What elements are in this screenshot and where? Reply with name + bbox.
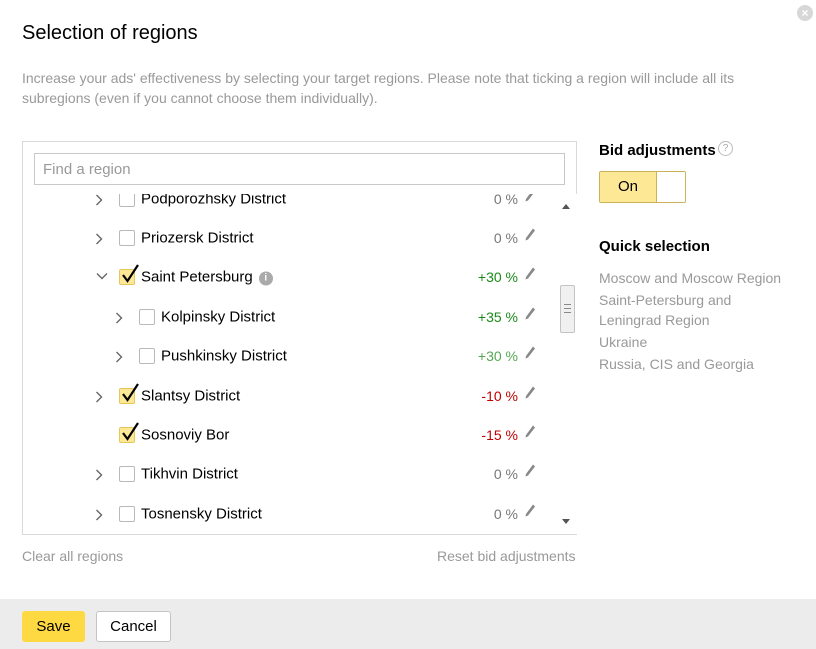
region-label: Tosnensky District bbox=[141, 505, 262, 522]
chevron-right-icon[interactable] bbox=[115, 312, 125, 324]
chevron-right-icon[interactable] bbox=[95, 194, 105, 206]
region-name: Podporozhsky District bbox=[141, 194, 287, 208]
bid-adjustment-value: +30 % bbox=[477, 269, 518, 286]
quick-selection-title: Quick selection bbox=[599, 238, 710, 255]
region-row[interactable]: Saint Petersburg i +30 % bbox=[23, 258, 558, 297]
quick-selection-russia-cis-georgia[interactable]: Russia, CIS and Georgia bbox=[599, 354, 754, 374]
bid-adjustment-value: +35 % bbox=[477, 308, 518, 325]
region-row[interactable]: Podporozhsky District 0 % bbox=[23, 194, 558, 218]
info-icon[interactable]: i bbox=[258, 271, 273, 285]
reset-bid-adjustments-link[interactable]: Reset bid adjustments bbox=[437, 548, 576, 564]
region-row[interactable]: Tikhvin District 0 % bbox=[23, 455, 558, 494]
bid-adjustment-value: 0 % bbox=[493, 505, 518, 522]
bid-adjustments-toggle[interactable]: On bbox=[599, 171, 686, 203]
chevron-right-icon[interactable] bbox=[95, 509, 105, 521]
chevron-down-icon[interactable] bbox=[96, 272, 108, 282]
region-list[interactable]: Podporozhsky District 0 % Priozersk Distri… bbox=[23, 194, 558, 534]
chevron-right-icon[interactable] bbox=[115, 351, 125, 363]
region-label: Pushkinsky District bbox=[161, 348, 287, 365]
region-checkbox[interactable] bbox=[119, 466, 135, 483]
chevron-right-icon[interactable] bbox=[95, 233, 105, 245]
checkmark-icon bbox=[121, 264, 139, 289]
region-label: Sosnoviy Bor bbox=[141, 427, 229, 444]
region-name: Tosnensky District bbox=[141, 505, 262, 523]
region-name: Saint Petersburg bbox=[141, 268, 253, 286]
pencil-icon[interactable] bbox=[524, 425, 536, 444]
region-checkbox[interactable] bbox=[119, 505, 135, 522]
region-label: Podporozhsky District bbox=[141, 194, 286, 207]
close-icon[interactable]: × bbox=[797, 5, 813, 21]
region-checkbox[interactable] bbox=[119, 264, 139, 286]
region-list-panel: Podporozhsky District0 %Priozersk Distri… bbox=[22, 141, 577, 535]
region-checkbox[interactable] bbox=[119, 230, 135, 247]
pencil-icon[interactable] bbox=[524, 346, 536, 365]
region-label: Saint Petersburg i bbox=[141, 269, 273, 286]
pencil-icon[interactable] bbox=[524, 306, 536, 325]
toggle-on-label: On bbox=[600, 172, 656, 202]
chevron-right-icon[interactable] bbox=[95, 469, 105, 481]
region-name: Tikhvin District bbox=[141, 465, 238, 483]
scrollbar[interactable] bbox=[558, 194, 577, 534]
scroll-up-arrow-icon[interactable] bbox=[562, 204, 570, 209]
region-checkbox[interactable] bbox=[119, 383, 139, 404]
region-checkbox[interactable] bbox=[139, 348, 155, 365]
bid-adjustment-value: -10 % bbox=[481, 387, 518, 404]
checkmark-icon bbox=[121, 422, 139, 447]
region-row[interactable]: Tosnensky District 0 % bbox=[23, 494, 558, 533]
quick-selection-ukraine[interactable]: Ukraine bbox=[599, 332, 647, 352]
region-checkbox[interactable] bbox=[119, 194, 135, 207]
scroll-down-arrow-icon[interactable] bbox=[562, 519, 570, 524]
region-selection-dialog: × Selection of regions Increase your ads… bbox=[0, 0, 816, 649]
dialog-footer: Save Cancel bbox=[0, 599, 816, 649]
region-name: Pushkinsky District bbox=[161, 347, 287, 365]
region-row[interactable]: Pushkinsky District +30 % bbox=[23, 337, 558, 376]
question-icon[interactable]: ? bbox=[718, 141, 733, 156]
scrollbar-thumb[interactable] bbox=[560, 285, 575, 333]
bid-adjustment-value: 0 % bbox=[493, 230, 518, 247]
region-row[interactable]: Sosnoviy Bor -15 % bbox=[23, 415, 558, 454]
checkmark-icon bbox=[121, 383, 139, 408]
region-label: Priozersk District bbox=[141, 230, 254, 247]
region-name: Kolpinsky District bbox=[161, 308, 276, 326]
quick-selection-saint-petersburg[interactable]: Saint-Petersburg and Leningrad Region bbox=[599, 290, 779, 330]
bid-adjustment-value: 0 % bbox=[493, 194, 518, 207]
pencil-icon[interactable] bbox=[524, 228, 536, 247]
region-row[interactable]: Kolpinsky District +35 % bbox=[23, 297, 558, 336]
dialog-description: Increase your ads' effectiveness by sele… bbox=[22, 70, 735, 106]
pencil-icon[interactable] bbox=[524, 464, 536, 483]
region-name: Priozersk District bbox=[141, 229, 254, 247]
save-button[interactable]: Save bbox=[22, 611, 85, 642]
region-label: Tikhvin District bbox=[141, 466, 238, 483]
cancel-button[interactable]: Cancel bbox=[96, 611, 171, 642]
pencil-icon[interactable] bbox=[524, 267, 536, 286]
region-checkbox[interactable] bbox=[119, 422, 139, 444]
bid-adjustment-value: +30 % bbox=[477, 348, 518, 365]
region-name: Slantsy District bbox=[141, 387, 241, 405]
region-row[interactable]: Slantsy District -10 % bbox=[23, 376, 558, 415]
bid-adjustment-value: 0 % bbox=[493, 466, 518, 483]
region-name: Sosnoviy Bor bbox=[141, 426, 230, 444]
pencil-icon[interactable] bbox=[524, 194, 536, 207]
pencil-icon[interactable] bbox=[524, 503, 536, 522]
clear-all-regions-link[interactable]: Clear all regions bbox=[22, 548, 123, 564]
dialog-title: Selection of regions bbox=[22, 22, 198, 44]
region-checkbox[interactable] bbox=[139, 308, 155, 325]
region-label: Slantsy District bbox=[141, 387, 240, 404]
region-list-inner: Podporozhsky District 0 % Priozersk Distri… bbox=[23, 194, 558, 534]
pencil-icon[interactable] bbox=[524, 385, 536, 404]
region-row[interactable]: Priozersk District 0 % bbox=[23, 218, 558, 257]
bid-adjustment-value: -15 % bbox=[481, 427, 518, 444]
bid-adjustments-title: Bid adjustments bbox=[599, 142, 716, 159]
region-label: Kolpinsky District bbox=[161, 308, 275, 325]
chevron-right-icon[interactable] bbox=[95, 391, 105, 403]
quick-selection-moscow[interactable]: Moscow and Moscow Region bbox=[599, 268, 781, 288]
search-input[interactable] bbox=[34, 153, 565, 185]
toggle-knob bbox=[656, 172, 685, 202]
